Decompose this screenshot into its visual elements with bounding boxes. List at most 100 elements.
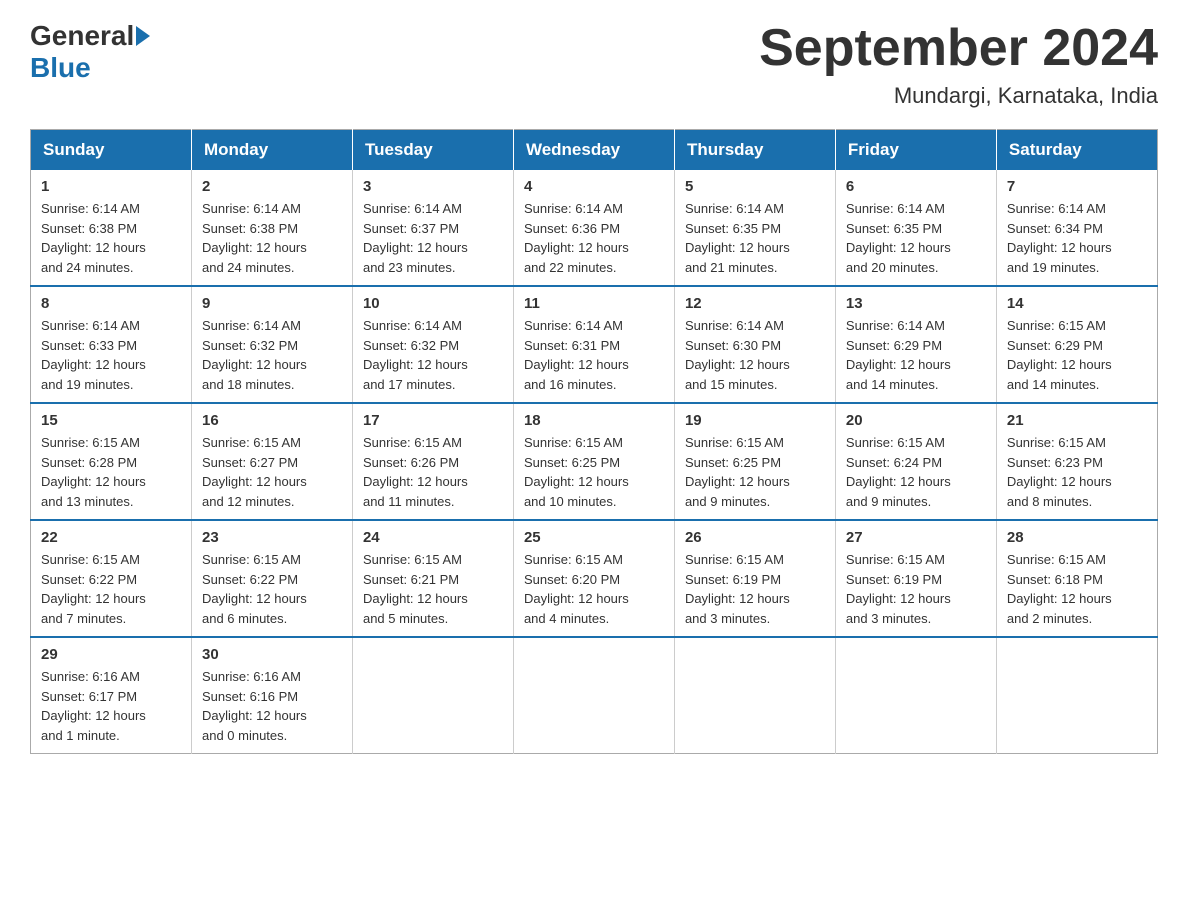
day-number: 23 [202, 529, 342, 546]
header-friday: Friday [835, 130, 996, 171]
day-info: Sunrise: 6:15 AMSunset: 6:18 PMDaylight:… [1007, 552, 1112, 626]
table-row: 13 Sunrise: 6:14 AMSunset: 6:29 PMDaylig… [835, 286, 996, 403]
calendar-header-row: Sunday Monday Tuesday Wednesday Thursday… [31, 130, 1158, 171]
day-info: Sunrise: 6:16 AMSunset: 6:17 PMDaylight:… [41, 669, 146, 743]
header-thursday: Thursday [674, 130, 835, 171]
header-wednesday: Wednesday [513, 130, 674, 171]
table-row [835, 637, 996, 754]
day-info: Sunrise: 6:15 AMSunset: 6:23 PMDaylight:… [1007, 435, 1112, 509]
calendar-week-row: 1 Sunrise: 6:14 AMSunset: 6:38 PMDayligh… [31, 170, 1158, 286]
title-section: September 2024 Mundargi, Karnataka, Indi… [759, 20, 1158, 109]
day-number: 15 [41, 412, 181, 429]
table-row: 23 Sunrise: 6:15 AMSunset: 6:22 PMDaylig… [191, 520, 352, 637]
day-info: Sunrise: 6:15 AMSunset: 6:29 PMDaylight:… [1007, 318, 1112, 392]
table-row: 12 Sunrise: 6:14 AMSunset: 6:30 PMDaylig… [674, 286, 835, 403]
day-info: Sunrise: 6:15 AMSunset: 6:27 PMDaylight:… [202, 435, 307, 509]
logo-blue-text: Blue [30, 52, 91, 83]
table-row: 28 Sunrise: 6:15 AMSunset: 6:18 PMDaylig… [996, 520, 1157, 637]
day-number: 30 [202, 646, 342, 663]
table-row: 30 Sunrise: 6:16 AMSunset: 6:16 PMDaylig… [191, 637, 352, 754]
day-number: 20 [846, 412, 986, 429]
day-info: Sunrise: 6:14 AMSunset: 6:33 PMDaylight:… [41, 318, 146, 392]
calendar-week-row: 29 Sunrise: 6:16 AMSunset: 6:17 PMDaylig… [31, 637, 1158, 754]
day-number: 2 [202, 178, 342, 195]
day-info: Sunrise: 6:14 AMSunset: 6:35 PMDaylight:… [846, 201, 951, 275]
day-info: Sunrise: 6:14 AMSunset: 6:38 PMDaylight:… [41, 201, 146, 275]
table-row: 17 Sunrise: 6:15 AMSunset: 6:26 PMDaylig… [352, 403, 513, 520]
day-number: 11 [524, 295, 664, 312]
day-number: 27 [846, 529, 986, 546]
day-number: 1 [41, 178, 181, 195]
day-info: Sunrise: 6:15 AMSunset: 6:22 PMDaylight:… [202, 552, 307, 626]
day-number: 19 [685, 412, 825, 429]
table-row [352, 637, 513, 754]
day-info: Sunrise: 6:14 AMSunset: 6:35 PMDaylight:… [685, 201, 790, 275]
table-row: 20 Sunrise: 6:15 AMSunset: 6:24 PMDaylig… [835, 403, 996, 520]
day-info: Sunrise: 6:14 AMSunset: 6:37 PMDaylight:… [363, 201, 468, 275]
day-number: 13 [846, 295, 986, 312]
day-number: 10 [363, 295, 503, 312]
table-row: 19 Sunrise: 6:15 AMSunset: 6:25 PMDaylig… [674, 403, 835, 520]
day-number: 14 [1007, 295, 1147, 312]
day-number: 28 [1007, 529, 1147, 546]
table-row: 18 Sunrise: 6:15 AMSunset: 6:25 PMDaylig… [513, 403, 674, 520]
logo: General Blue [30, 20, 152, 84]
day-info: Sunrise: 6:15 AMSunset: 6:28 PMDaylight:… [41, 435, 146, 509]
day-number: 25 [524, 529, 664, 546]
day-number: 9 [202, 295, 342, 312]
day-number: 16 [202, 412, 342, 429]
day-info: Sunrise: 6:14 AMSunset: 6:32 PMDaylight:… [363, 318, 468, 392]
page-header: General Blue September 2024 Mundargi, Ka… [30, 20, 1158, 109]
day-info: Sunrise: 6:15 AMSunset: 6:24 PMDaylight:… [846, 435, 951, 509]
day-info: Sunrise: 6:15 AMSunset: 6:25 PMDaylight:… [524, 435, 629, 509]
header-sunday: Sunday [31, 130, 192, 171]
day-info: Sunrise: 6:14 AMSunset: 6:36 PMDaylight:… [524, 201, 629, 275]
table-row: 4 Sunrise: 6:14 AMSunset: 6:36 PMDayligh… [513, 170, 674, 286]
table-row: 16 Sunrise: 6:15 AMSunset: 6:27 PMDaylig… [191, 403, 352, 520]
table-row: 8 Sunrise: 6:14 AMSunset: 6:33 PMDayligh… [31, 286, 192, 403]
day-number: 26 [685, 529, 825, 546]
calendar-subtitle: Mundargi, Karnataka, India [759, 83, 1158, 109]
day-number: 3 [363, 178, 503, 195]
table-row: 10 Sunrise: 6:14 AMSunset: 6:32 PMDaylig… [352, 286, 513, 403]
day-info: Sunrise: 6:15 AMSunset: 6:21 PMDaylight:… [363, 552, 468, 626]
calendar-week-row: 8 Sunrise: 6:14 AMSunset: 6:33 PMDayligh… [31, 286, 1158, 403]
table-row: 14 Sunrise: 6:15 AMSunset: 6:29 PMDaylig… [996, 286, 1157, 403]
day-info: Sunrise: 6:15 AMSunset: 6:19 PMDaylight:… [846, 552, 951, 626]
day-number: 17 [363, 412, 503, 429]
table-row: 27 Sunrise: 6:15 AMSunset: 6:19 PMDaylig… [835, 520, 996, 637]
day-info: Sunrise: 6:15 AMSunset: 6:25 PMDaylight:… [685, 435, 790, 509]
header-tuesday: Tuesday [352, 130, 513, 171]
table-row: 6 Sunrise: 6:14 AMSunset: 6:35 PMDayligh… [835, 170, 996, 286]
table-row [996, 637, 1157, 754]
calendar-table: Sunday Monday Tuesday Wednesday Thursday… [30, 129, 1158, 754]
header-monday: Monday [191, 130, 352, 171]
day-number: 4 [524, 178, 664, 195]
table-row [674, 637, 835, 754]
calendar-week-row: 15 Sunrise: 6:15 AMSunset: 6:28 PMDaylig… [31, 403, 1158, 520]
day-info: Sunrise: 6:15 AMSunset: 6:22 PMDaylight:… [41, 552, 146, 626]
header-saturday: Saturday [996, 130, 1157, 171]
table-row: 3 Sunrise: 6:14 AMSunset: 6:37 PMDayligh… [352, 170, 513, 286]
day-number: 8 [41, 295, 181, 312]
calendar-title: September 2024 [759, 20, 1158, 77]
day-number: 21 [1007, 412, 1147, 429]
day-number: 5 [685, 178, 825, 195]
table-row [513, 637, 674, 754]
table-row: 24 Sunrise: 6:15 AMSunset: 6:21 PMDaylig… [352, 520, 513, 637]
day-info: Sunrise: 6:14 AMSunset: 6:30 PMDaylight:… [685, 318, 790, 392]
table-row: 5 Sunrise: 6:14 AMSunset: 6:35 PMDayligh… [674, 170, 835, 286]
day-number: 7 [1007, 178, 1147, 195]
table-row: 11 Sunrise: 6:14 AMSunset: 6:31 PMDaylig… [513, 286, 674, 403]
table-row: 1 Sunrise: 6:14 AMSunset: 6:38 PMDayligh… [31, 170, 192, 286]
table-row: 7 Sunrise: 6:14 AMSunset: 6:34 PMDayligh… [996, 170, 1157, 286]
day-info: Sunrise: 6:15 AMSunset: 6:20 PMDaylight:… [524, 552, 629, 626]
table-row: 15 Sunrise: 6:15 AMSunset: 6:28 PMDaylig… [31, 403, 192, 520]
day-info: Sunrise: 6:14 AMSunset: 6:34 PMDaylight:… [1007, 201, 1112, 275]
table-row: 22 Sunrise: 6:15 AMSunset: 6:22 PMDaylig… [31, 520, 192, 637]
day-number: 12 [685, 295, 825, 312]
day-info: Sunrise: 6:15 AMSunset: 6:26 PMDaylight:… [363, 435, 468, 509]
table-row: 9 Sunrise: 6:14 AMSunset: 6:32 PMDayligh… [191, 286, 352, 403]
calendar-week-row: 22 Sunrise: 6:15 AMSunset: 6:22 PMDaylig… [31, 520, 1158, 637]
table-row: 29 Sunrise: 6:16 AMSunset: 6:17 PMDaylig… [31, 637, 192, 754]
